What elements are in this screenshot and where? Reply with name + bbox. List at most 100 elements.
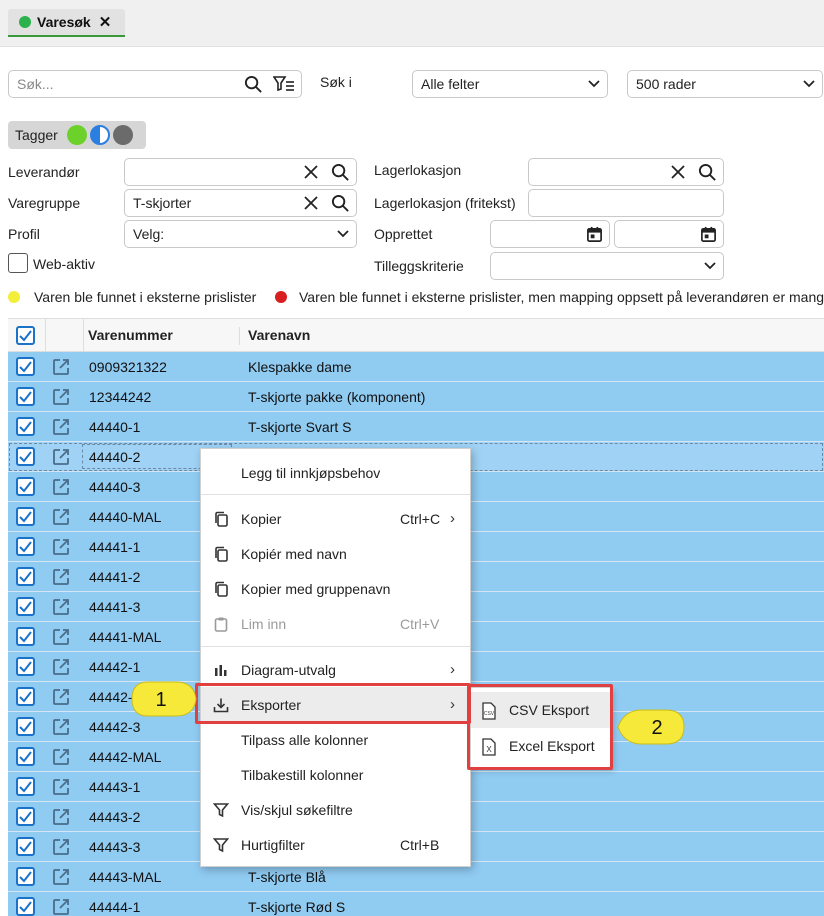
filter-icon (213, 838, 229, 853)
select-all-checkbox[interactable] (16, 326, 35, 345)
context-menu: Legg til innkjøpsbehov Kopier Ctrl+C › K… (200, 448, 471, 867)
row-checkbox[interactable] (16, 687, 35, 706)
row-checkbox[interactable] (16, 717, 35, 736)
tag-green-icon[interactable] (66, 125, 87, 145)
row-checkbox[interactable] (16, 417, 35, 436)
tag-contrast-icon[interactable] (89, 125, 110, 145)
status-dot-icon (19, 16, 31, 28)
row-checkbox[interactable] (16, 837, 35, 856)
menu-item-quick-filter[interactable]: Hurtigfilter Ctrl+B (201, 827, 470, 862)
red-dot-icon (275, 291, 287, 303)
clear-icon[interactable] (670, 164, 686, 180)
row-checkbox[interactable] (16, 897, 35, 916)
open-external-icon[interactable] (52, 748, 70, 766)
menu-item-paste[interactable]: Lim inn Ctrl+V (201, 606, 470, 641)
search-input[interactable]: Søk... (8, 70, 302, 98)
open-external-icon[interactable] (52, 658, 70, 676)
row-checkbox[interactable] (16, 447, 35, 466)
check-icon (19, 481, 32, 493)
tab-title: Varesøk (37, 14, 91, 30)
open-external-icon[interactable] (52, 448, 70, 466)
menu-item-copy-with-name[interactable]: Kopiér med navn (201, 536, 470, 571)
search-icon[interactable] (698, 163, 717, 182)
column-header-varenummer[interactable]: Varenummer (88, 327, 173, 343)
tag-gray-icon[interactable] (112, 125, 133, 145)
open-external-icon[interactable] (52, 418, 70, 436)
extra-criteria-select[interactable] (490, 252, 724, 280)
open-external-icon[interactable] (52, 838, 70, 856)
callout-2: 2 (617, 709, 685, 745)
tag-filter[interactable]: Tagger (8, 121, 146, 149)
menu-item-add-purchase-need[interactable]: Legg til innkjøpsbehov (201, 455, 470, 490)
product-group-input[interactable]: T-skjorter (124, 189, 357, 217)
table-row[interactable]: 0909321322 Klespakke dame (8, 352, 824, 382)
supplier-input[interactable] (124, 158, 357, 186)
menu-item-copy-with-groupname[interactable]: Kopier med gruppenavn (201, 571, 470, 606)
open-external-icon[interactable] (52, 508, 70, 526)
open-external-icon[interactable] (52, 628, 70, 646)
search-icon[interactable] (331, 163, 350, 182)
menu-item-label: Tilpass alle kolonner (241, 731, 369, 748)
search-icon[interactable] (244, 75, 263, 94)
row-checkbox[interactable] (16, 867, 35, 886)
open-external-icon[interactable] (52, 598, 70, 616)
search-placeholder: Søk... (17, 76, 54, 92)
search-icon[interactable] (331, 194, 350, 213)
row-checkbox[interactable] (16, 597, 35, 616)
close-icon[interactable]: ✕ (99, 13, 112, 31)
calendar-icon[interactable] (700, 226, 717, 243)
table-row[interactable]: 44444-1 T-skjorte Rød S (8, 892, 824, 916)
row-checkbox[interactable] (16, 477, 35, 496)
menu-item-copy[interactable]: Kopier Ctrl+C › (201, 501, 470, 536)
table-row[interactable]: 44440-1 T-skjorte Svart S (8, 412, 824, 442)
open-external-icon[interactable] (52, 778, 70, 796)
open-external-icon[interactable] (52, 808, 70, 826)
created-to-input[interactable] (614, 220, 724, 248)
legend-red: Varen ble funnet i eksterne prislister, … (275, 289, 824, 305)
legend-red-text: Varen ble funnet i eksterne prislister, … (299, 289, 824, 305)
open-external-icon[interactable] (52, 388, 70, 406)
filter-list-icon[interactable] (273, 75, 295, 93)
tab-varesok[interactable]: Varesøk ✕ (8, 9, 126, 37)
open-external-icon[interactable] (52, 868, 70, 886)
open-external-icon[interactable] (52, 478, 70, 496)
location-input[interactable] (528, 158, 724, 186)
open-external-icon[interactable] (52, 568, 70, 586)
location-freetext-input[interactable] (528, 189, 724, 217)
bar-chart-icon (215, 665, 227, 676)
menu-item-toggle-search-filters[interactable]: Vis/skjul søkefiltre (201, 792, 470, 827)
profile-select[interactable]: Velg: (124, 220, 357, 248)
calendar-icon[interactable] (586, 226, 603, 243)
created-from-input[interactable] (490, 220, 610, 248)
row-checkbox[interactable] (16, 747, 35, 766)
open-external-icon[interactable] (52, 718, 70, 736)
search-field-select[interactable]: Alle felter (412, 70, 608, 98)
check-icon (19, 751, 32, 763)
clear-icon[interactable] (303, 164, 319, 180)
clear-icon[interactable] (303, 195, 319, 211)
menu-item-reset-columns[interactable]: Tilbakestill kolonner (201, 757, 470, 792)
chevron-down-icon (588, 80, 600, 88)
menu-item-fit-columns[interactable]: Tilpass alle kolonner (201, 722, 470, 757)
check-icon (19, 361, 32, 373)
row-checkbox[interactable] (16, 777, 35, 796)
open-external-icon[interactable] (52, 688, 70, 706)
web-active-checkbox[interactable] (8, 253, 28, 273)
table-row[interactable]: 12344242 T-skjorte pakke (komponent) (8, 382, 824, 412)
row-checkbox[interactable] (16, 807, 35, 826)
row-checkbox[interactable] (16, 657, 35, 676)
open-external-icon[interactable] (52, 358, 70, 376)
column-header-varenavn[interactable]: Varenavn (248, 327, 310, 343)
menu-item-chart-selection[interactable]: Diagram-utvalg › (201, 652, 470, 687)
row-checkbox[interactable] (16, 627, 35, 646)
row-checkbox[interactable] (16, 357, 35, 376)
row-checkbox[interactable] (16, 507, 35, 526)
row-checkbox[interactable] (16, 537, 35, 556)
grid-header: Varenummer Varenavn (8, 318, 824, 352)
rows-select[interactable]: 500 rader (627, 70, 823, 98)
row-checkbox[interactable] (16, 387, 35, 406)
row-checkbox[interactable] (16, 567, 35, 586)
cell-varenummer: 44443-3 (89, 839, 141, 855)
open-external-icon[interactable] (52, 898, 70, 916)
open-external-icon[interactable] (52, 538, 70, 556)
